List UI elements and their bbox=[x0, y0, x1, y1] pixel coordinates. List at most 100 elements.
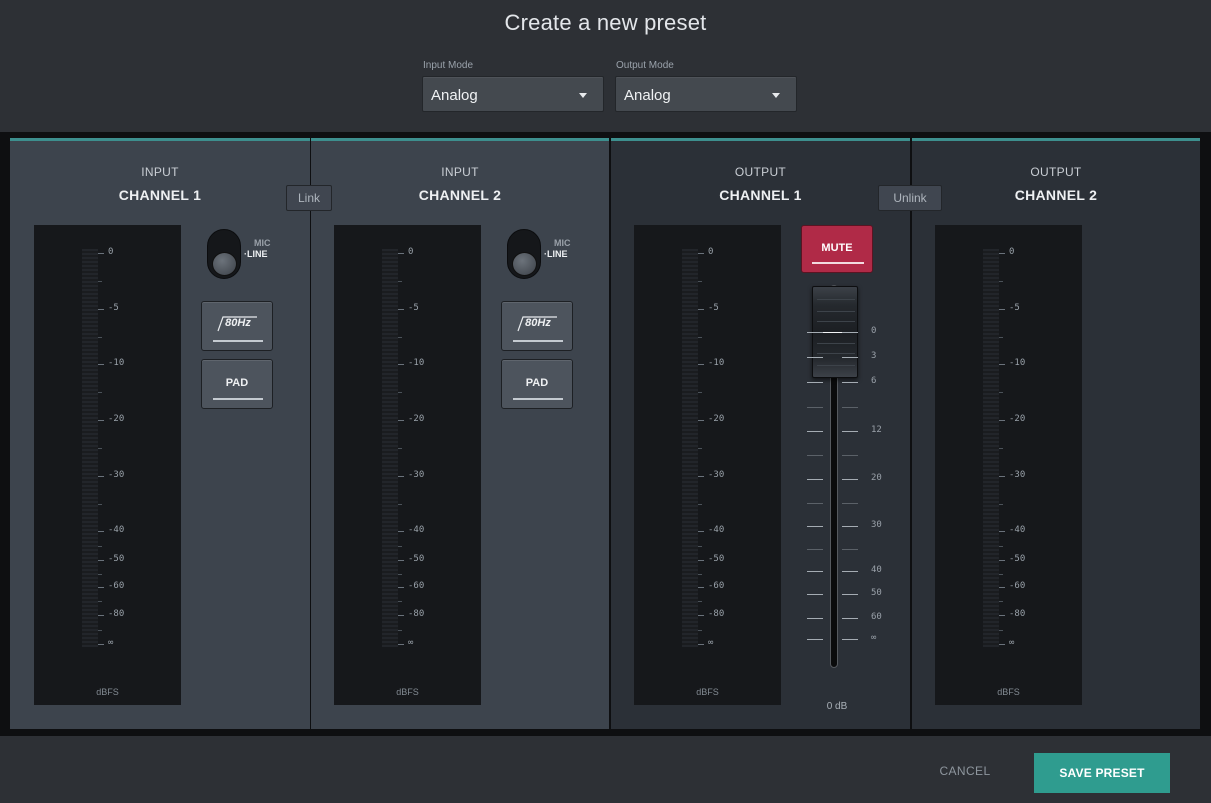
meter-tick-label: -10 bbox=[408, 358, 425, 368]
meter-minor-tick bbox=[698, 630, 702, 631]
meter-bar bbox=[682, 249, 698, 647]
fader-value: 0 dB bbox=[826, 701, 848, 712]
fader-groove bbox=[817, 353, 855, 354]
switch-knob bbox=[212, 252, 237, 276]
mic-line-switch[interactable] bbox=[507, 229, 541, 279]
fader-minor-tick bbox=[842, 503, 858, 504]
pad-button[interactable]: PAD bbox=[201, 359, 273, 409]
meter-minor-tick bbox=[999, 337, 1003, 338]
fader-scale-label: ∞ bbox=[871, 633, 877, 643]
mic-label: MIC bbox=[554, 238, 571, 248]
meter-tick bbox=[999, 253, 1005, 254]
level-meter: dBFS 0 -5 -10 -20 -30 -40 -50 -60 -80 ∞ bbox=[334, 225, 481, 705]
button-indicator bbox=[513, 340, 563, 342]
meter-minor-tick bbox=[98, 337, 102, 338]
meter-tick bbox=[398, 615, 404, 616]
fader-groove bbox=[817, 321, 855, 322]
hpf-label: 80Hz bbox=[225, 317, 251, 329]
output-mode-label: Output Mode bbox=[616, 60, 674, 71]
meter-tick bbox=[98, 253, 104, 254]
meter-tick-label: -40 bbox=[708, 525, 725, 535]
meter-tick-label: -50 bbox=[108, 554, 125, 564]
link-button[interactable]: Link bbox=[286, 185, 332, 211]
channel-name: CHANNEL 2 bbox=[1014, 187, 1098, 203]
meter-tick-label: -5 bbox=[708, 303, 719, 313]
meter-tick bbox=[999, 531, 1005, 532]
meter-tick bbox=[98, 476, 104, 477]
meter-tick bbox=[98, 420, 104, 421]
mute-button[interactable]: MUTE bbox=[801, 225, 873, 273]
meter-tick-label: -40 bbox=[408, 525, 425, 535]
output-channel-2-panel: OUTPUT CHANNEL 2 dBFS 0 -5 -10 -20 -30 -40 -50… bbox=[912, 138, 1200, 729]
fader-tick bbox=[842, 594, 858, 595]
meter-tick-label: -50 bbox=[408, 554, 425, 564]
meter-tick-label: -60 bbox=[1009, 581, 1026, 591]
button-indicator bbox=[513, 398, 563, 400]
meter-tick bbox=[698, 364, 704, 365]
meter-tick-label: -80 bbox=[708, 609, 725, 619]
input-mode-select[interactable]: Analog bbox=[422, 76, 604, 112]
pad-button[interactable]: PAD bbox=[501, 359, 573, 409]
meter-minor-tick bbox=[98, 392, 102, 393]
fader-tick bbox=[807, 479, 823, 480]
level-meter: dBFS 0 -5 -10 -20 -30 -40 -50 -60 -80 ∞ bbox=[935, 225, 1082, 705]
mute-label: MUTE bbox=[821, 242, 853, 254]
meter-tick-label: -30 bbox=[1009, 470, 1026, 480]
input-mode-value: Analog bbox=[431, 87, 478, 104]
meter-tick-label: 0 bbox=[408, 247, 414, 257]
line-label: ·LINE bbox=[244, 249, 268, 259]
output-mode-select[interactable]: Analog bbox=[615, 76, 797, 112]
input-channel-1-panel: INPUT CHANNEL 1 dBFS 0 -5 -10 -20 -30 -40 -50 -… bbox=[10, 138, 310, 729]
fader-scale-label: 0 bbox=[871, 326, 877, 336]
meter-tick bbox=[98, 644, 104, 645]
input-mode-label: Input Mode bbox=[423, 60, 474, 71]
meter-tick-label: -80 bbox=[408, 609, 425, 619]
meter-tick-label: ∞ bbox=[108, 638, 114, 648]
cancel-button[interactable]: CANCEL bbox=[912, 764, 1018, 778]
channel-name: CHANNEL 2 bbox=[418, 187, 502, 203]
fader-tick bbox=[807, 639, 823, 640]
fader-tick bbox=[807, 594, 823, 595]
meter-tick bbox=[398, 476, 404, 477]
mic-line-switch[interactable] bbox=[207, 229, 241, 279]
mic-label: MIC bbox=[254, 238, 271, 248]
fader-scale-label: 40 bbox=[871, 565, 882, 575]
meter-tick bbox=[999, 309, 1005, 310]
meter-tick bbox=[999, 587, 1005, 588]
channel-kind: INPUT bbox=[141, 165, 179, 179]
mic-line-label: MIC ·LINE bbox=[244, 238, 271, 260]
meter-minor-tick bbox=[98, 281, 102, 282]
meter-minor-tick bbox=[398, 574, 402, 575]
fader-tick bbox=[807, 357, 823, 358]
meter-minor-tick bbox=[398, 630, 402, 631]
fader-tick bbox=[807, 332, 823, 333]
meter-tick-label: -5 bbox=[108, 303, 119, 313]
meter-minor-tick bbox=[999, 546, 1003, 547]
hpf-label: 80Hz bbox=[525, 317, 551, 329]
unlink-button[interactable]: Unlink bbox=[878, 185, 942, 211]
meter-minor-tick bbox=[999, 448, 1003, 449]
meter-tick-label: -10 bbox=[1009, 358, 1026, 368]
input-mode-group: Input Mode Analog bbox=[422, 60, 604, 112]
meter-tick-label: -20 bbox=[708, 414, 725, 424]
meter-minor-tick bbox=[698, 546, 702, 547]
meter-tick bbox=[999, 560, 1005, 561]
fader-tick bbox=[807, 571, 823, 572]
fader-minor-tick bbox=[842, 549, 858, 550]
level-meter: dBFS 0 -5 -10 -20 -30 -40 -50 -60 -80 ∞ bbox=[34, 225, 181, 705]
meter-tick bbox=[698, 615, 704, 616]
meter-bar bbox=[382, 249, 398, 647]
meter-minor-tick bbox=[98, 504, 102, 505]
meter-minor-tick bbox=[999, 392, 1003, 393]
high-pass-filter-button[interactable]: 80Hz bbox=[501, 301, 573, 351]
meter-tick-label: -80 bbox=[1009, 609, 1026, 619]
meter-tick-label: -40 bbox=[108, 525, 125, 535]
save-preset-button[interactable]: SAVE PRESET bbox=[1034, 753, 1170, 793]
channel-kind: OUTPUT bbox=[734, 165, 787, 179]
high-pass-filter-button[interactable]: 80Hz bbox=[201, 301, 273, 351]
meter-tick bbox=[398, 531, 404, 532]
dialog-header: Create a new preset Input Mode Analog Ou… bbox=[0, 0, 1211, 132]
meter-tick bbox=[98, 587, 104, 588]
line-label: ·LINE bbox=[544, 249, 568, 259]
meter-tick bbox=[999, 476, 1005, 477]
